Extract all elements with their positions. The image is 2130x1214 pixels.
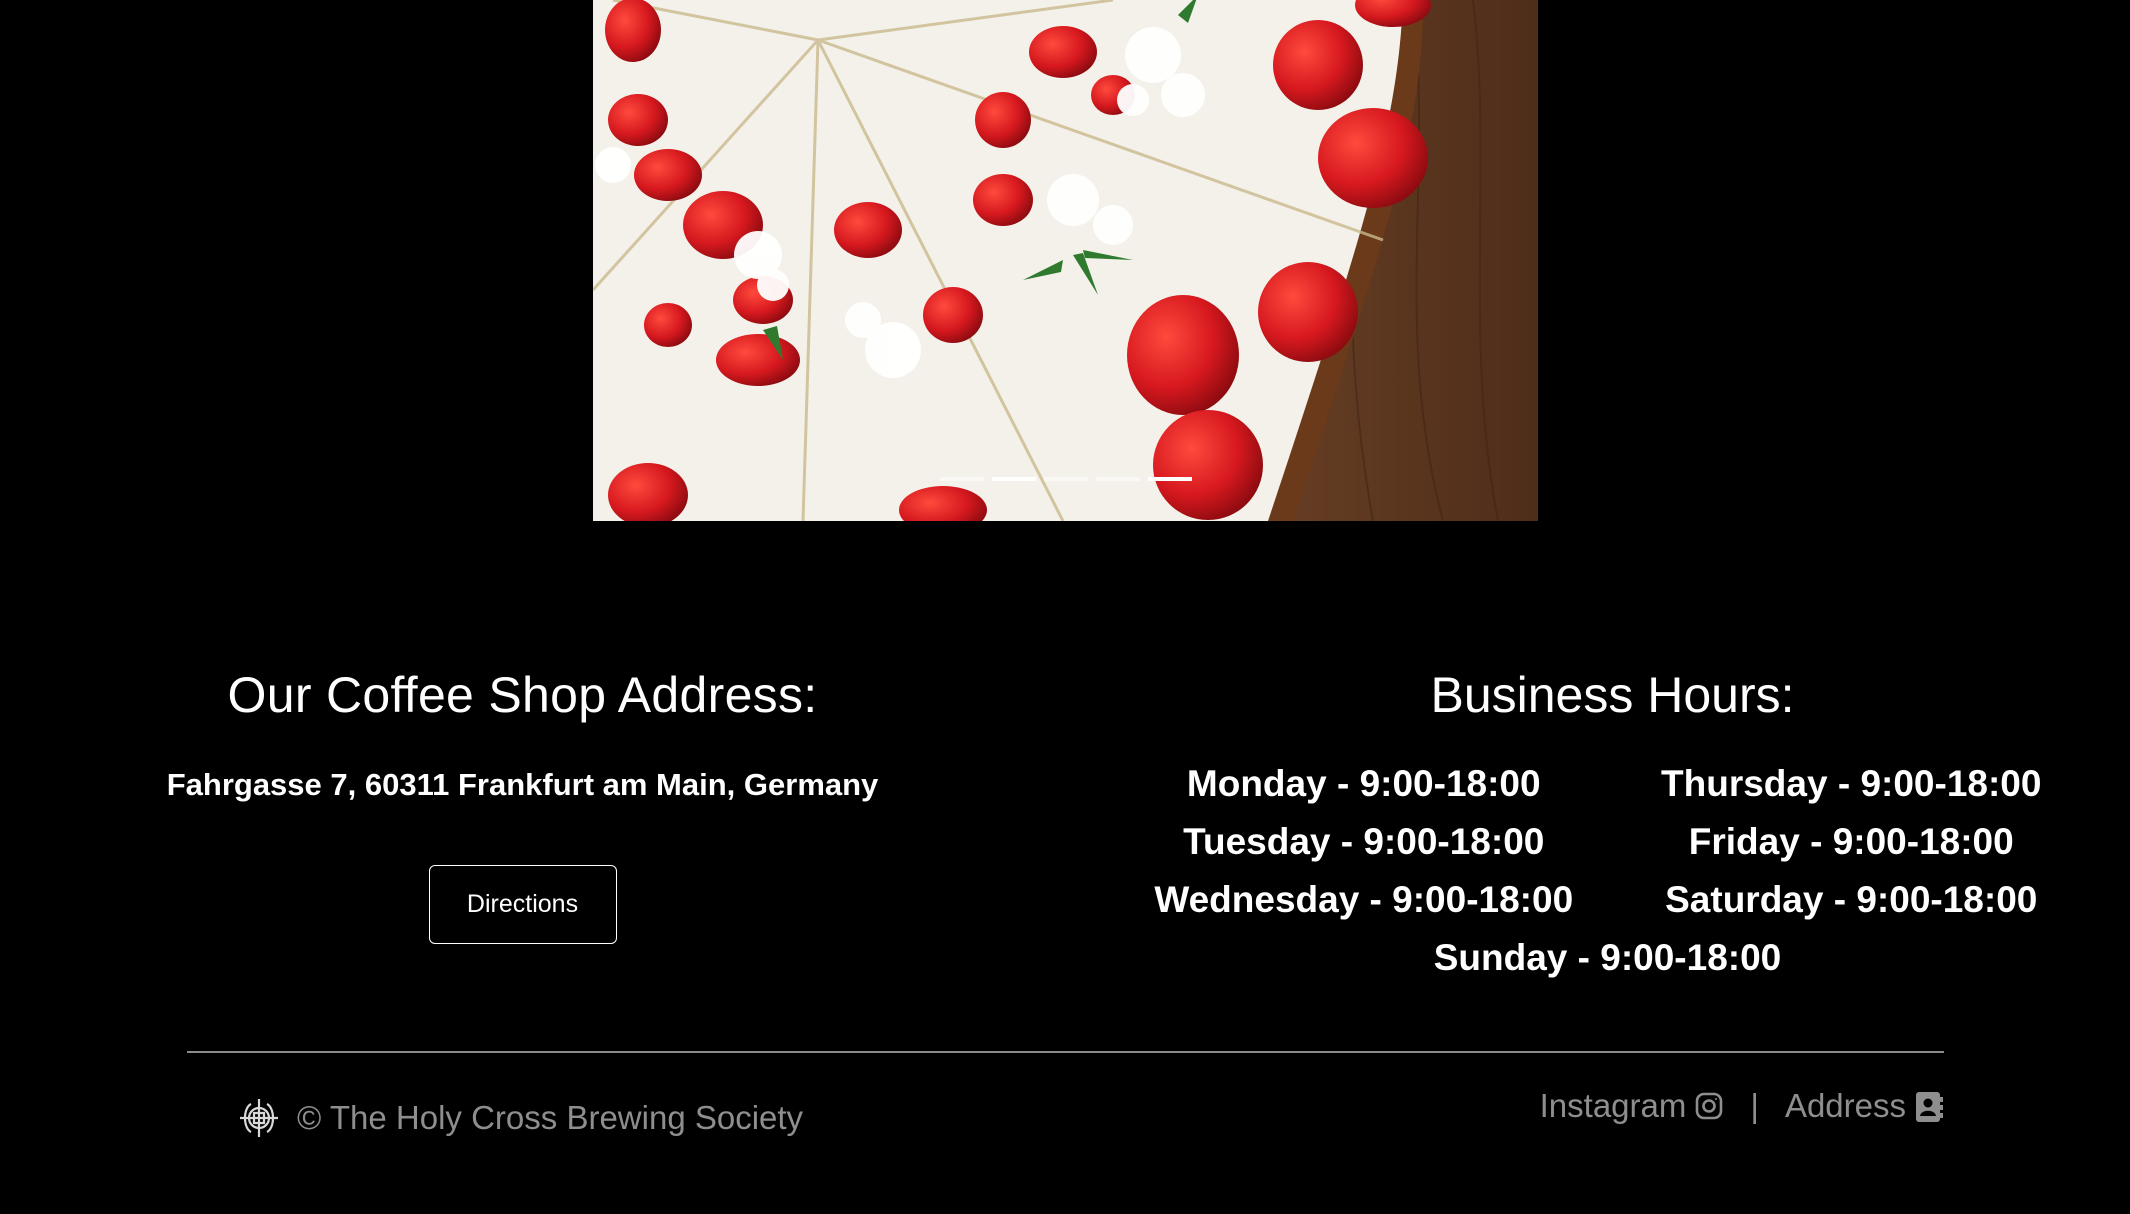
footer-divider	[187, 1051, 1944, 1053]
hours-saturday: Saturday - 9:00-18:00	[1665, 879, 2038, 920]
carousel-indicator[interactable]	[1095, 477, 1140, 481]
hours-wednesday: Wednesday - 9:00-18:00	[1154, 879, 1574, 920]
business-hours-section: Business Hours: Monday - 9:00-18:00 Thur…	[1120, 655, 2095, 987]
hours-monday: Monday - 9:00-18:00	[1186, 763, 1541, 804]
business-hours-heading: Business Hours:	[1430, 667, 1795, 723]
instagram-label: Instagram	[1539, 1087, 1687, 1124]
address-link[interactable]: Address	[1785, 1087, 1944, 1125]
hours-thursday: Thursday - 9:00-18:00	[1661, 763, 2042, 804]
cake-image	[593, 0, 1538, 521]
instagram-link[interactable]: Instagram	[1540, 1087, 1725, 1125]
hours-list: Monday - 9:00-18:00 Thursday - 9:00-18:0…	[1120, 755, 2095, 987]
carousel-indicator-active[interactable]	[991, 477, 1036, 481]
copyright-text: © The Holy Cross Brewing Society	[297, 1099, 804, 1136]
hours-friday: Friday - 9:00-18:00	[1688, 821, 2014, 862]
address-heading: Our Coffee Shop Address:	[227, 667, 818, 723]
address-section: Our Coffee Shop Address: Fahrgasse 7, 60…	[120, 655, 925, 944]
carousel-indicator[interactable]	[939, 477, 984, 481]
carousel-indicators	[593, 477, 1538, 481]
footer-links: Instagram | Address	[1540, 1078, 1944, 1134]
footer-separator: |	[1750, 1087, 1759, 1124]
carousel-indicator[interactable]	[1043, 477, 1088, 481]
address-book-icon	[1914, 1091, 1944, 1122]
image-carousel[interactable]	[593, 0, 1538, 521]
instagram-icon	[1694, 1091, 1724, 1121]
hours-tuesday: Tuesday - 9:00-18:00	[1183, 821, 1545, 862]
address-text: Fahrgasse 7, 60311 Frankfurt am Main, Ge…	[166, 767, 879, 802]
footer-brand: © The Holy Cross Brewing Society	[237, 1090, 803, 1146]
carousel-indicator[interactable]	[1147, 477, 1192, 481]
hours-sunday: Sunday - 9:00-18:00	[1433, 937, 1782, 978]
address-label: Address	[1784, 1087, 1906, 1124]
holy-cross-logo-icon	[237, 1094, 285, 1142]
directions-button[interactable]: Directions	[428, 865, 617, 944]
